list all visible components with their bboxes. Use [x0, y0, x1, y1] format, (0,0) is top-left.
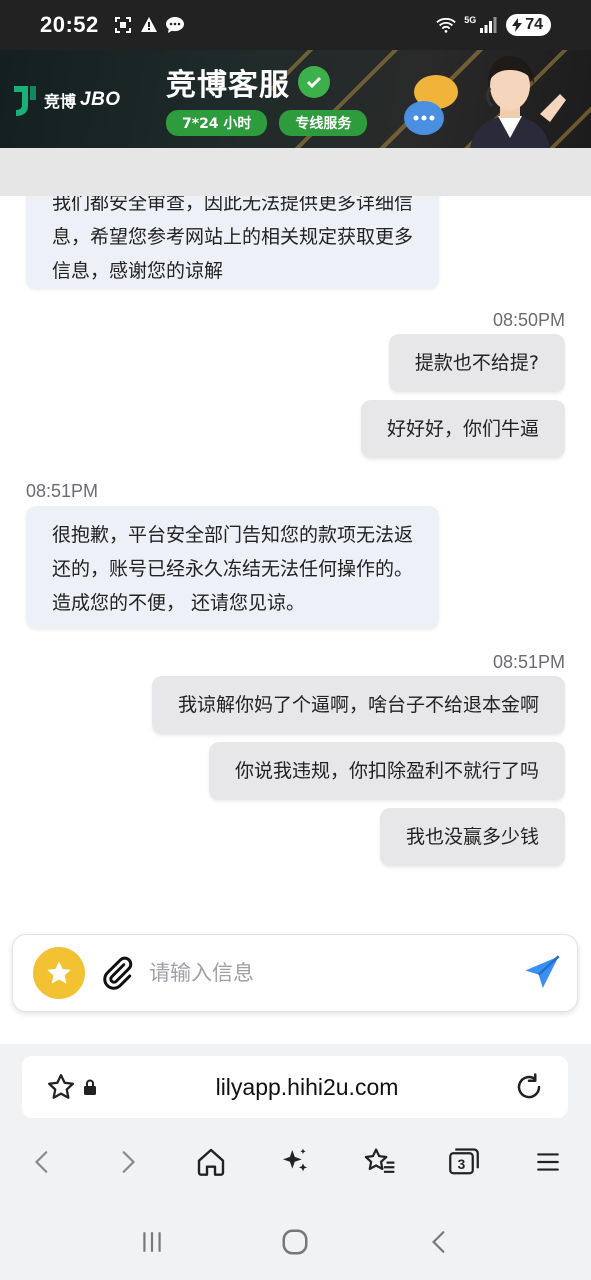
message-bubble-outgoing: 我也没赢多少钱 — [379, 808, 565, 866]
send-button[interactable] — [519, 950, 565, 996]
verified-check-icon — [298, 66, 330, 98]
address-bar[interactable]: lilyapp.hihi2u.com — [22, 1056, 568, 1118]
forward-icon[interactable] — [106, 1141, 148, 1183]
tabs-button[interactable]: 3 — [443, 1141, 485, 1183]
browser-nav: 3 — [0, 1136, 591, 1188]
message-bubble-outgoing: 我谅解你妈了个逼啊，啥台子不给退本金啊 — [151, 676, 565, 734]
message-icon — [165, 15, 185, 35]
message-timestamp: 08:51PM — [492, 652, 565, 672]
logo-text-en: JBO — [80, 89, 121, 110]
network-type: 5G — [464, 15, 477, 25]
message-timestamp: 08:51PM — [26, 481, 99, 501]
message-text-line: 我们都安全审查，因此无法提供更多详细信 — [52, 196, 414, 214]
message-composer — [12, 934, 578, 1012]
system-navigation — [0, 1220, 591, 1264]
jbo-logo: 竞博 JBO — [10, 80, 121, 120]
system-back-icon[interactable] — [418, 1221, 460, 1263]
message-text-line: 很抱歉，平台安全部门告知您的款项无法返 — [52, 524, 414, 546]
banner-title-text: 竞博客服 — [166, 68, 290, 103]
signal-icon — [478, 15, 498, 35]
wifi-icon — [436, 15, 456, 35]
message-timestamp: 08:50PM — [492, 310, 565, 330]
menu-icon[interactable] — [527, 1141, 569, 1183]
paperclip-icon — [103, 956, 133, 990]
support-agent-image — [470, 56, 566, 148]
sparkle-icon[interactable] — [274, 1141, 316, 1183]
home-icon[interactable] — [190, 1141, 232, 1183]
star-icon — [47, 961, 71, 984]
message-bubble-outgoing: 好好好，你们牛逼 — [360, 400, 565, 458]
battery-indicator: 74 — [506, 14, 551, 36]
message-text-line: 造成您的不便， 还请您见谅。 — [52, 592, 306, 614]
banner-title: 竞博客服 — [166, 60, 330, 104]
emoji-button[interactable] — [33, 947, 85, 999]
support-banner: 竞博 JBO 竞博客服 7*24 小时 专线服务 — [0, 50, 591, 148]
jbo-logo-mark — [14, 86, 36, 116]
message-text-line: 信息，感谢您的谅解 — [52, 260, 224, 282]
url-text: lilyapp.hihi2u.com — [215, 1073, 399, 1100]
bookmarks-list-icon[interactable] — [359, 1141, 401, 1183]
battery-level: 74 — [525, 16, 543, 33]
browser-toolbar: lilyapp.hihi2u.com 3 — [0, 1044, 591, 1280]
screenshot-icon — [113, 15, 133, 35]
message-bubble-outgoing: 提款也不给提? — [388, 334, 565, 392]
service-pill: 专线服务 — [279, 110, 368, 136]
message-text-line: 还的，账号已经永久冻结无法任何操作的。 — [52, 558, 414, 580]
message-bubble-incoming: 很抱歉，平台安全部门告知您的款项无法返 还的，账号已经永久冻结无法任何操作的。 … — [26, 506, 440, 628]
lock-icon — [78, 1066, 102, 1108]
header-subbar — [0, 148, 591, 196]
status-time: 20:52 — [40, 12, 99, 37]
system-home-icon[interactable] — [274, 1221, 316, 1263]
back-icon[interactable] — [22, 1141, 64, 1183]
recent-apps-icon[interactable] — [131, 1221, 173, 1263]
message-input[interactable] — [149, 961, 519, 985]
tab-count: 3 — [457, 1157, 465, 1172]
logo-text-cn: 竞博 — [44, 92, 77, 111]
status-bar: 20:52 5G 74 — [0, 0, 591, 50]
hours-pill: 7*24 小时 — [166, 110, 268, 136]
warning-icon — [139, 15, 159, 35]
send-icon — [525, 955, 560, 988]
chat-area[interactable]: 我们都安全审查，因此无法提供更多详细信 息，希望您参考网站上的相关规定获取更多 … — [0, 196, 591, 1044]
reload-icon[interactable] — [512, 1066, 546, 1108]
tabs-icon: 3 — [448, 1148, 479, 1175]
attach-button[interactable] — [95, 951, 139, 995]
charging-icon — [512, 18, 523, 32]
message-bubble-incoming: 我们都安全审查，因此无法提供更多详细信 息，希望您参考网站上的相关规定获取更多 … — [26, 196, 440, 288]
message-text-line: 息，希望您参考网站上的相关规定获取更多 — [52, 226, 414, 248]
message-bubble-outgoing: 你说我违规，你扣除盈利不就行了吗 — [208, 742, 565, 800]
bookmark-star-icon[interactable] — [44, 1066, 78, 1108]
